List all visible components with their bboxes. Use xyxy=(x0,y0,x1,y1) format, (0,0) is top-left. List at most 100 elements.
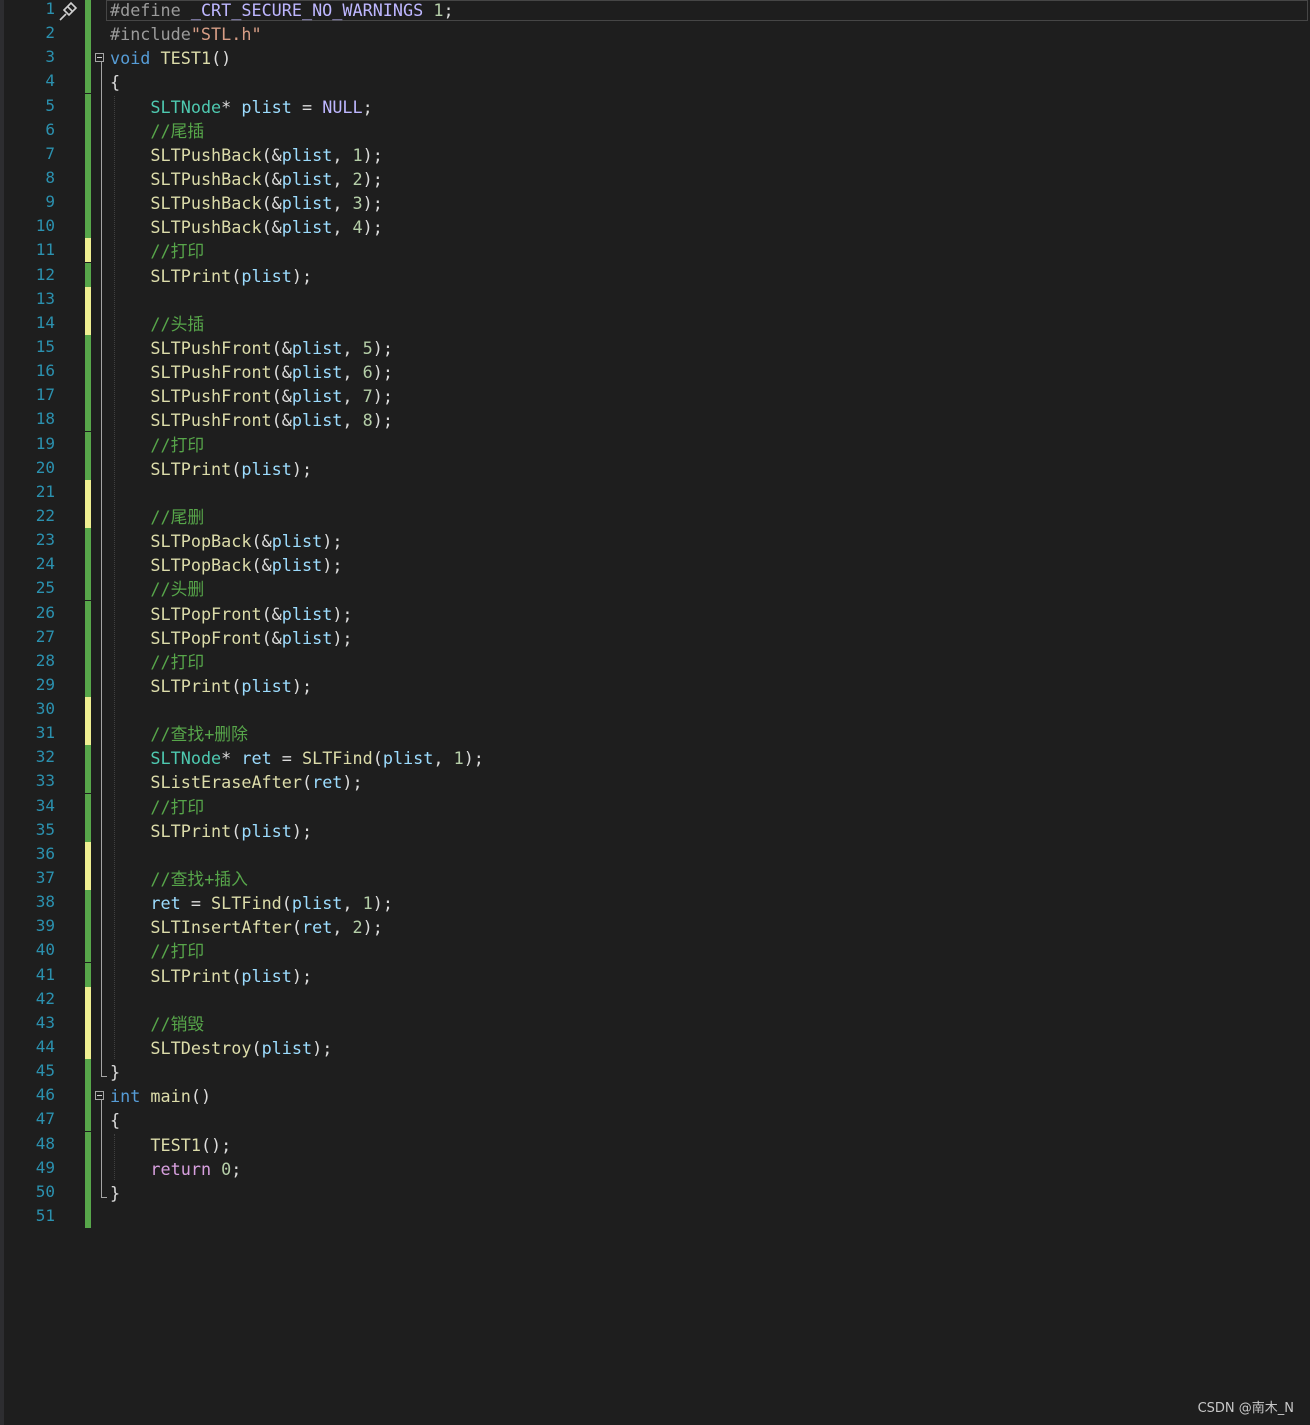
code-token-default xyxy=(140,1086,150,1106)
code-line[interactable]: SLTPopBack(&plist); xyxy=(110,553,342,577)
code-token-type: SLTNode xyxy=(150,748,222,769)
code-token-identifier: plist xyxy=(241,458,292,479)
code-token-default: ); xyxy=(372,410,393,431)
code-token-identifier: plist xyxy=(281,168,333,189)
code-line[interactable]: //打印 xyxy=(110,650,204,674)
code-token-default: ); xyxy=(291,265,313,286)
code-line[interactable]: return 0; xyxy=(110,1157,241,1181)
code-token-default xyxy=(110,1014,150,1034)
code-token-function: SLTPrint xyxy=(150,965,232,986)
code-line[interactable]: SLTPrint(plist); xyxy=(110,819,312,843)
code-token-macro: _CRT_SECURE_NO_WARNINGS xyxy=(190,0,424,20)
code-token-preprocessor: #include xyxy=(110,24,191,45)
code-token-default: = xyxy=(180,893,212,914)
code-token-function: SLTFind xyxy=(302,748,373,769)
code-line[interactable]: SLTPushFront(&plist, 5); xyxy=(110,336,393,360)
code-token-identifier: plist xyxy=(281,603,333,624)
code-line[interactable]: //查找+删除 xyxy=(110,722,248,746)
code-line[interactable]: SLTPopBack(&plist); xyxy=(110,529,342,553)
code-line[interactable]: //打印 xyxy=(110,795,204,819)
code-line[interactable]: { xyxy=(110,1108,120,1132)
code-token-comment: //打印 xyxy=(150,941,205,962)
code-token-default xyxy=(110,314,150,334)
code-line[interactable]: } xyxy=(110,1181,120,1205)
code-editor[interactable]: 1 2 3 4 5 6 7 8 9 10 11 12 13 14 15 16 17 18 19 20 21 22 23 24 2… xyxy=(0,0,1310,1425)
code-line[interactable]: SLTPrint(plist); xyxy=(110,264,312,288)
code-token-default: (& xyxy=(271,362,292,383)
code-line[interactable]: SLTPrint(plist); xyxy=(110,964,312,988)
code-token-default: ); xyxy=(372,337,393,358)
code-line[interactable]: //尾插 xyxy=(110,119,204,143)
code-line[interactable]: //打印 xyxy=(110,939,204,963)
code-token-default: ); xyxy=(362,144,383,165)
code-line[interactable]: //尾删 xyxy=(110,505,204,529)
code-token-default: () xyxy=(190,1086,212,1107)
code-line[interactable]: SLTPushFront(&plist, 7); xyxy=(110,384,393,408)
code-token-number: 0 xyxy=(221,1158,232,1179)
code-token-default: ; xyxy=(443,0,454,20)
code-line[interactable]: SLTPushBack(&plist, 2); xyxy=(110,167,383,191)
code-token-function: TEST1 xyxy=(160,48,212,69)
code-token-comment: //查找+删除 xyxy=(150,724,248,745)
code-line[interactable]: } xyxy=(110,1060,120,1084)
code-token-default: ); xyxy=(362,168,383,189)
code-line[interactable]: { xyxy=(110,70,120,94)
code-line[interactable]: SLTInsertAfter(ret, 2); xyxy=(110,915,383,939)
code-token-default xyxy=(110,869,150,889)
code-line[interactable]: //销毁 xyxy=(110,1012,204,1036)
code-token-default: ); xyxy=(322,531,343,552)
code-token-default: ); xyxy=(291,458,313,479)
code-line[interactable]: SLTPushBack(&plist, 1); xyxy=(110,143,383,167)
code-token-default xyxy=(110,145,150,165)
code-token-identifier: plist xyxy=(291,386,343,407)
code-line[interactable]: SLTPrint(plist); xyxy=(110,457,312,481)
code-token-identifier: plist xyxy=(241,96,292,117)
code-token-preprocessor: #define xyxy=(110,0,181,20)
code-line[interactable]: SListEraseAfter(ret); xyxy=(110,770,363,794)
code-line[interactable]: SLTPopFront(&plist); xyxy=(110,626,352,650)
code-line[interactable]: SLTPopFront(&plist); xyxy=(110,602,352,626)
code-token-control-keyword: return xyxy=(150,1158,212,1179)
code-line[interactable]: //头删 xyxy=(110,577,204,601)
code-token-default xyxy=(110,410,150,430)
code-token-default xyxy=(110,435,150,455)
code-line[interactable]: #include"STL.h" xyxy=(110,22,262,46)
code-token-default: ( xyxy=(281,893,292,914)
code-token-default: (& xyxy=(251,531,272,552)
code-token-default xyxy=(110,941,150,961)
code-line[interactable]: SLTDestroy(plist); xyxy=(110,1036,332,1060)
code-token-default: , xyxy=(332,168,353,189)
code-line[interactable]: TEST1(); xyxy=(110,1133,231,1157)
code-line[interactable]: SLTPushFront(&plist, 8); xyxy=(110,408,393,432)
code-line[interactable]: //打印 xyxy=(110,433,204,457)
code-line[interactable]: //头插 xyxy=(110,312,204,336)
watermark: CSDN @南木_N xyxy=(1197,1401,1294,1416)
code-token-default: * xyxy=(221,748,242,769)
code-token-default: (& xyxy=(271,386,292,407)
code-line[interactable]: void TEST1() xyxy=(110,46,231,70)
code-line[interactable]: SLTPushFront(&plist, 6); xyxy=(110,360,393,384)
indent-guide xyxy=(114,1133,115,1180)
code-line[interactable]: #define _CRT_SECURE_NO_WARNINGS 1; xyxy=(110,0,454,22)
code-line[interactable]: SLTPushBack(&plist, 3); xyxy=(110,191,383,215)
code-token-default: ); xyxy=(362,193,383,214)
code-token-default xyxy=(110,217,150,237)
code-token-default: ); xyxy=(342,772,363,793)
code-token-function: SLTPushBack xyxy=(150,144,262,165)
code-line[interactable]: ret = SLTFind(plist, 1); xyxy=(110,891,393,915)
code-token-number: 6 xyxy=(362,362,373,383)
code-text-area[interactable]: #define _CRT_SECURE_NO_WARNINGS 1; #inclu… xyxy=(0,0,1310,1425)
code-token-default: ); xyxy=(362,917,383,938)
code-line[interactable]: int main() xyxy=(110,1084,211,1108)
code-token-function: main xyxy=(150,1086,191,1107)
code-token-default: { xyxy=(110,72,121,93)
code-line[interactable]: SLTNode* plist = NULL; xyxy=(110,95,372,119)
code-token-default xyxy=(110,579,150,599)
code-line[interactable]: //打印 xyxy=(110,239,204,263)
code-line[interactable]: //查找+插入 xyxy=(110,867,247,891)
code-token-default: ( xyxy=(291,917,302,938)
code-line[interactable]: SLTPushBack(&plist, 4); xyxy=(110,215,382,239)
code-line[interactable]: SLTPrint(plist); xyxy=(110,674,312,698)
code-line[interactable]: SLTNode* ret = SLTFind(plist, 1); xyxy=(110,746,484,770)
pin-icon[interactable] xyxy=(56,0,80,23)
